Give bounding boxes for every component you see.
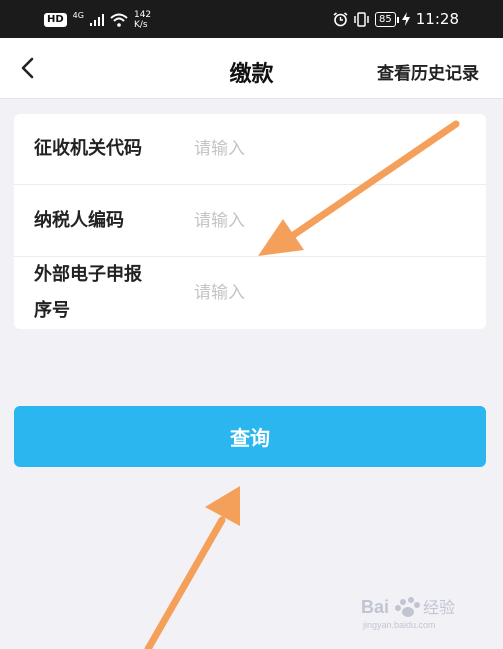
speed-value: 142 <box>133 10 152 20</box>
baidu-jingyan-watermark: Bai 经验 jingyan.baidu.com <box>361 593 481 633</box>
alarm-icon <box>333 11 348 26</box>
label-line-1: 外部电子申报 <box>34 264 142 285</box>
svg-text:jingyan.baidu.com: jingyan.baidu.com <box>362 620 436 630</box>
svg-text:经验: 经验 <box>423 598 455 617</box>
external-declaration-number-label: 外部电子申报 序号 <box>34 257 142 329</box>
network-generation: 4G <box>72 10 84 20</box>
speed-unit: K/s <box>133 20 148 30</box>
tax-authority-code-input[interactable] <box>194 131 464 167</box>
status-bar: HD 4G 142 K/s 85 11:28 <box>0 0 503 38</box>
charging-icon <box>401 12 410 26</box>
nav-header: 缴款 查看历史记录 <box>0 38 503 99</box>
form-row-external-declaration-number: 外部电子申报 序号 <box>14 257 486 329</box>
signal-icon <box>89 14 104 26</box>
label-line-2: 序号 <box>34 300 70 321</box>
taxpayer-code-input[interactable] <box>194 203 464 239</box>
payment-form: 征收机关代码 纳税人编码 外部电子申报 序号 <box>14 114 486 329</box>
form-row-tax-authority-code: 征收机关代码 <box>14 114 486 185</box>
status-left: HD 4G 142 K/s <box>44 10 151 30</box>
status-right: 85 11:28 <box>333 10 459 28</box>
vibrate-icon <box>354 11 369 27</box>
arrow-lower <box>144 486 240 649</box>
battery-indicator: 85 <box>375 11 399 27</box>
network-speed: 142 K/s <box>134 10 151 30</box>
form-row-taxpayer-code: 纳税人编码 <box>14 185 486 257</box>
external-declaration-number-input[interactable] <box>194 275 464 311</box>
svg-text:Bai: Bai <box>361 597 389 617</box>
view-history-link[interactable]: 查看历史记录 <box>377 59 479 84</box>
clock: 11:28 <box>415 10 459 28</box>
wifi-icon <box>110 13 128 27</box>
hd-badge: HD <box>44 13 67 27</box>
taxpayer-code-label: 纳税人编码 <box>34 210 124 231</box>
tax-authority-code-label: 征收机关代码 <box>34 138 142 159</box>
query-button[interactable]: 查询 <box>14 406 486 467</box>
